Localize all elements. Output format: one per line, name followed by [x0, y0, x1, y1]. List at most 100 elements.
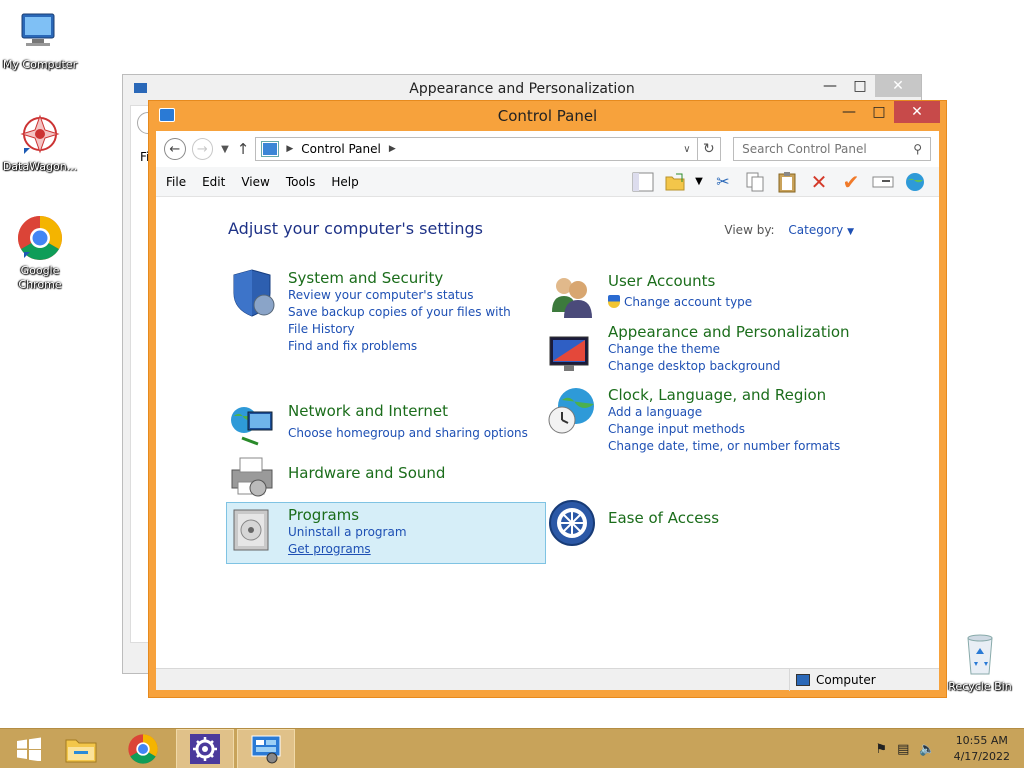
search-icon[interactable]: ⚲ [913, 142, 922, 156]
address-dropdown-icon[interactable]: ∨ [683, 144, 690, 155]
category-link-text: Change account type [624, 295, 753, 309]
desktop-icon-datawagon[interactable]: DataWagon... [0, 110, 80, 174]
rename-icon[interactable] [869, 170, 897, 194]
category-link[interactable]: Change date, time, or number formats [608, 438, 868, 455]
window-title: Control Panel [497, 107, 598, 125]
cut-icon[interactable]: ✂ [709, 170, 737, 194]
category-appearance-personalization: Appearance and Personalization Change th… [548, 323, 868, 375]
back-arrow-icon[interactable]: ← [164, 138, 186, 160]
category-title[interactable]: System and Security [288, 269, 548, 287]
category-title[interactable]: Network and Internet [288, 402, 548, 420]
up-arrow-icon[interactable]: ↑ [237, 140, 250, 158]
category-link[interactable]: Get programs [288, 541, 548, 558]
view-by-value: Category [788, 223, 844, 237]
category-link[interactable]: Change input methods [608, 421, 868, 438]
category-title[interactable]: Programs [288, 506, 548, 524]
clock[interactable]: 10:55 AM 4/17/2022 [954, 733, 1010, 765]
control-panel-icon [261, 141, 280, 157]
desktop-icon-label: Recycle Bin [948, 680, 1012, 693]
close-button[interactable]: ✕ [894, 101, 940, 123]
category-title[interactable]: User Accounts [608, 272, 868, 290]
datawagon-icon [16, 110, 64, 158]
category-title[interactable]: Hardware and Sound [288, 464, 548, 482]
programs-icon [228, 506, 276, 554]
category-link[interactable]: Uninstall a program [288, 524, 548, 541]
breadcrumb-separator-icon[interactable]: ▶ [286, 144, 293, 154]
category-programs: Programs Uninstall a program Get program… [228, 506, 548, 558]
desktop-icon-recycle-bin[interactable]: Recycle Bin [940, 630, 1020, 694]
checkmark-icon[interactable]: ✔ [837, 170, 865, 194]
window-client-area: ← → ▼ ↑ ▶ Control Panel ▶ ∨ ↻ ⚲ File Edi… [156, 131, 939, 691]
view-by: View by: Category ▼ [724, 223, 854, 237]
menu-view[interactable]: View [241, 175, 269, 189]
category-clock-language-region: Clock, Language, and Region Add a langua… [548, 386, 868, 455]
computer-icon [16, 8, 64, 56]
taskbar-settings[interactable] [176, 729, 234, 768]
window-titlebar[interactable]: Control Panel — □ ✕ [149, 101, 946, 131]
category-link[interactable]: Change desktop background [608, 358, 868, 375]
breadcrumb-separator-icon[interactable]: ▶ [389, 144, 396, 154]
users-icon [548, 272, 596, 320]
folder-icon[interactable] [661, 170, 689, 194]
desktop-icon-chrome[interactable]: Google Chrome [0, 214, 80, 292]
system-tray: ⚑ ▤ 🔈 10:55 AM 4/17/2022 [875, 729, 1010, 768]
category-title[interactable]: Appearance and Personalization [608, 323, 868, 341]
menu-help[interactable]: Help [331, 175, 358, 189]
dropdown-chevron-icon[interactable]: ▼ [693, 170, 705, 194]
category-network-internet: Network and Internet Choose homegroup an… [228, 402, 548, 446]
category-link[interactable]: Review your computer's status [288, 287, 548, 304]
menu-tools[interactable]: Tools [286, 175, 316, 189]
maximize-button[interactable]: □ [864, 101, 894, 123]
background-window-titlebar[interactable]: Appearance and Personalization — □ ✕ [123, 75, 921, 103]
forward-arrow-icon[interactable]: → [191, 138, 214, 160]
delete-icon[interactable]: ✕ [805, 170, 833, 194]
view-by-dropdown[interactable]: Category ▼ [788, 223, 854, 237]
recent-locations-chevron-icon[interactable]: ▼ [221, 144, 229, 155]
taskbar-file-explorer[interactable] [52, 729, 110, 768]
volume-icon[interactable]: 🔈 [919, 742, 935, 757]
chrome-icon [16, 214, 64, 262]
refresh-icon[interactable]: ↻ [697, 137, 722, 161]
paste-icon[interactable] [773, 170, 801, 194]
category-link[interactable]: Find and fix problems [288, 338, 548, 355]
network-icon[interactable]: ▤ [897, 742, 909, 757]
close-button[interactable]: ✕ [875, 75, 921, 97]
breadcrumb-control-panel[interactable]: Control Panel [301, 142, 381, 156]
menu-edit[interactable]: Edit [202, 175, 225, 189]
category-link[interactable]: Choose homegroup and sharing options [288, 425, 548, 442]
category-link[interactable]: Change the theme [608, 341, 868, 358]
folder-icon [65, 739, 97, 763]
flag-icon[interactable]: ⚑ [875, 742, 887, 757]
control-panel-window[interactable]: Control Panel — □ ✕ ← → ▼ ↑ ▶ Control Pa… [148, 100, 947, 698]
network-icon [228, 402, 276, 450]
copy-icon[interactable] [741, 170, 769, 194]
recycle-bin-icon [956, 630, 1004, 678]
maximize-button[interactable]: □ [845, 75, 875, 97]
display-icon [548, 331, 596, 379]
category-hardware-sound: Hardware and Sound [228, 452, 548, 497]
address-bar[interactable]: ▶ Control Panel ▶ ∨ [255, 137, 698, 161]
background-window-title: Appearance and Personalization [409, 81, 635, 97]
search-box[interactable]: ⚲ [733, 137, 931, 161]
minimize-button[interactable]: — [815, 75, 845, 97]
category-title[interactable]: Ease of Access [608, 509, 868, 527]
clock-date: 4/17/2022 [953, 750, 1010, 763]
status-text: Computer [816, 673, 876, 687]
taskbar-chrome[interactable] [114, 729, 172, 768]
category-user-accounts: User Accounts Change account type [548, 272, 868, 318]
category-link[interactable]: Save backup copies of your files with Fi… [288, 304, 528, 338]
start-button[interactable] [0, 729, 58, 768]
category-title[interactable]: Clock, Language, and Region [608, 386, 868, 404]
layout-pane-icon[interactable] [629, 170, 657, 194]
minimize-button[interactable]: — [834, 101, 864, 123]
menu-file[interactable]: File [166, 175, 186, 189]
category-link[interactable]: Add a language [608, 404, 868, 421]
windows-logo-icon [17, 737, 41, 761]
menu-bar: File Edit View Tools Help ▼ ✂ ✕ ✔ [156, 167, 939, 197]
desktop-icon-my-computer[interactable]: My Computer [0, 8, 80, 72]
category-link[interactable]: Change account type [608, 294, 868, 311]
search-input[interactable] [742, 142, 914, 156]
taskbar-control-panel[interactable] [237, 729, 295, 768]
status-bar: Computer [156, 668, 939, 691]
globe-icon[interactable] [901, 170, 929, 194]
